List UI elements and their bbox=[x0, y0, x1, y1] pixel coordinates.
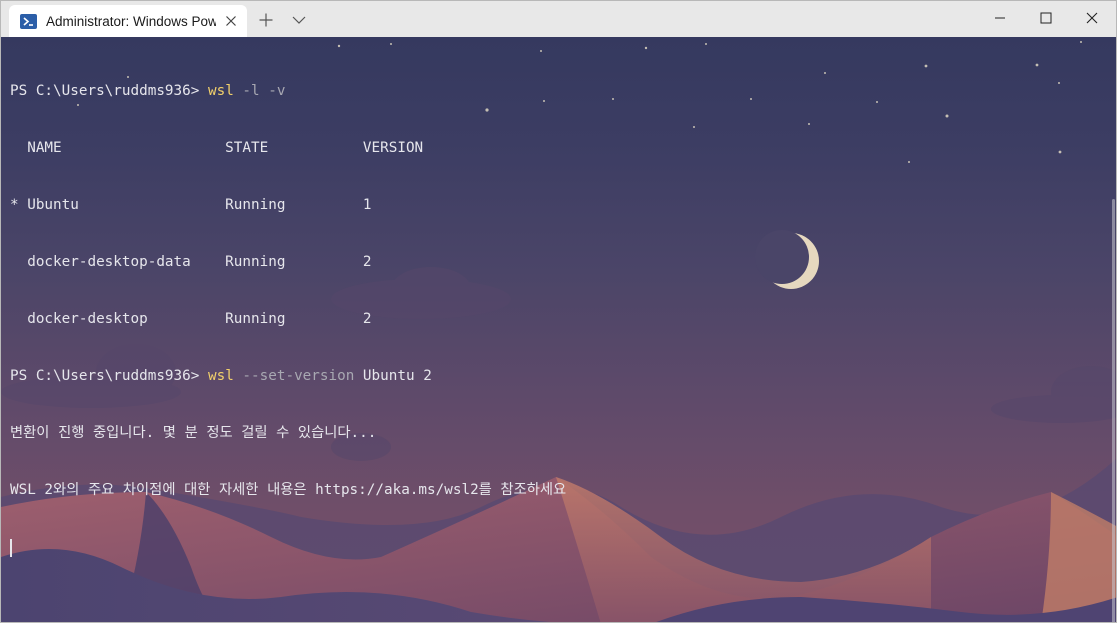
command: wsl bbox=[207, 368, 234, 384]
scrollbar[interactable] bbox=[1112, 199, 1115, 622]
tab-powershell[interactable]: Administrator: Windows Power bbox=[9, 5, 247, 37]
chevron-down-icon bbox=[292, 16, 306, 24]
terminal-line: 변환이 진행 중입니다. 몇 분 정도 걸릴 수 있습니다... bbox=[10, 425, 377, 441]
plus-icon bbox=[259, 13, 273, 27]
title-bar[interactable]: Administrator: Windows Power bbox=[1, 1, 1116, 37]
terminal-pane[interactable]: PS C:\Users\ruddms936> wsl -l -v NAME ST… bbox=[1, 37, 1116, 622]
new-tab-button[interactable] bbox=[255, 10, 277, 30]
text-cursor bbox=[10, 539, 12, 557]
minimize-button[interactable] bbox=[977, 1, 1023, 35]
prompt: PS C:\Users\ruddms936> bbox=[10, 368, 208, 384]
input-line[interactable] bbox=[10, 538, 566, 557]
terminal-line: NAME STATE VERSION bbox=[10, 140, 424, 156]
tab-title: Administrator: Windows Power bbox=[46, 13, 216, 29]
terminal-line: PS C:\Users\ruddms936> wsl --set-version… bbox=[10, 367, 566, 386]
terminal-line: WSL 2와의 주요 차이점에 대한 자세한 내용은 https://aka.m… bbox=[10, 482, 567, 498]
close-icon bbox=[226, 16, 236, 26]
command-param: --set-version bbox=[233, 368, 355, 384]
command-args: -l -v bbox=[233, 83, 286, 99]
close-window-button[interactable] bbox=[1069, 1, 1115, 35]
command-args: Ubuntu 2 bbox=[354, 368, 432, 384]
terminal-line: * Ubuntu Running 1 bbox=[10, 197, 372, 213]
powershell-icon bbox=[20, 13, 37, 29]
terminal-window: Administrator: Windows Power PS C:\Users… bbox=[0, 0, 1117, 623]
close-icon bbox=[1086, 12, 1098, 24]
prompt: PS C:\Users\ruddms936> bbox=[10, 83, 208, 99]
terminal-line: docker-desktop Running 2 bbox=[10, 311, 372, 327]
terminal-line: docker-desktop-data Running 2 bbox=[10, 254, 372, 270]
command: wsl bbox=[207, 83, 234, 99]
tab-close-button[interactable] bbox=[223, 13, 239, 29]
terminal-output: PS C:\Users\ruddms936> wsl -l -v NAME ST… bbox=[10, 44, 566, 595]
tab-dropdown-button[interactable] bbox=[288, 10, 310, 30]
terminal-line: PS C:\Users\ruddms936> wsl -l -v bbox=[10, 82, 566, 101]
minimize-icon bbox=[995, 17, 1005, 19]
maximize-icon bbox=[1040, 12, 1052, 24]
maximize-button[interactable] bbox=[1023, 1, 1069, 35]
